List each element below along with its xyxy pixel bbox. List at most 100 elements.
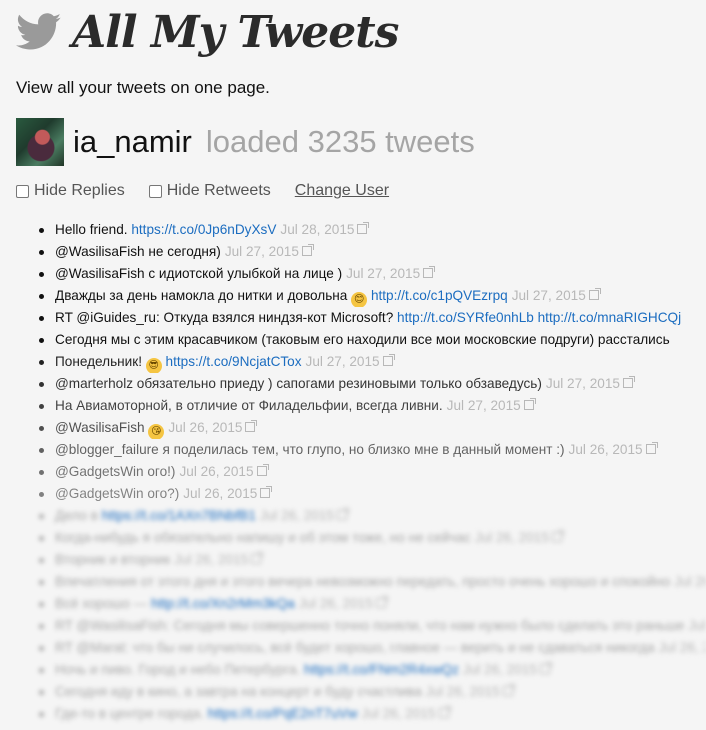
tweet-text: @blogger_failure я поделилась тем, что г… [55, 442, 565, 457]
tweet-date[interactable]: Jul 26, 2015 [674, 574, 706, 589]
tweet-date[interactable]: Jul 26, 2015 [659, 640, 706, 655]
tweet-date[interactable]: Jul 27, 2015 [447, 398, 521, 413]
tweet-link[interactable]: http://t.co/c1pQVEzrpq [371, 288, 508, 303]
tweet-date[interactable]: Jul 26, 2015 [179, 464, 253, 479]
external-link-icon[interactable] [382, 354, 395, 366]
emoji-icon: 😊 [351, 292, 368, 307]
external-link-icon[interactable] [645, 442, 658, 454]
external-link-icon[interactable] [622, 376, 635, 388]
username: ia_namir [73, 124, 192, 159]
tweet-item: Дело в https://t.co/1AXn7BNbfB1 Jul 26, 2… [38, 505, 706, 527]
tweet-text: Понедельник! [55, 354, 142, 369]
tweet-text: @GadgetsWin ого!) [55, 464, 176, 479]
tweet-date[interactable]: Jul 26, 2015 [174, 552, 248, 567]
hide-replies-option[interactable]: Hide Replies [16, 182, 125, 200]
external-link-icon[interactable] [357, 222, 370, 234]
tweet-item: Впечатления от этого дня и этого вечера … [38, 571, 706, 593]
page-subtitle: View all your tweets on one page. [16, 78, 270, 97]
tweet-item: @WasilisaFish не сегодня) Jul 27, 2015 [38, 241, 706, 263]
external-link-icon[interactable] [423, 266, 436, 278]
tweet-text: Всё хорошо — [55, 596, 148, 611]
tweet-text: @GadgetsWin ого?) [55, 486, 180, 501]
external-link-icon[interactable] [539, 662, 552, 674]
tweet-date[interactable]: Jul 26, 2015 [183, 486, 257, 501]
tweet-item: Сегодня мы с этим красавчиком (таковым е… [38, 329, 706, 351]
hide-retweets-option[interactable]: Hide Retweets [148, 182, 271, 200]
tweet-text: Впечатления от этого дня и этого вечера … [55, 574, 671, 589]
emoji-icon: 😘 [148, 424, 165, 439]
tweet-item: RT @Marat: что бы ни случилось, всё буде… [38, 637, 706, 659]
tweet-link[interactable]: https://t.co/PqE2nT7uVw [208, 706, 358, 721]
tweet-text: Когда-нибудь я обязательно напишу и об э… [55, 530, 471, 545]
tweet-date[interactable]: Jul 26, 2015 [361, 706, 435, 721]
tweet-date[interactable]: Jul 27, 2015 [225, 244, 299, 259]
external-link-icon[interactable] [588, 288, 601, 300]
external-link-icon[interactable] [375, 596, 388, 608]
tweet-text: Вторник и вторник [55, 552, 171, 567]
tweet-link[interactable]: https://t.co/FNm2R4xwQz [304, 662, 459, 677]
tweet-date[interactable]: Jul 26, 2015 [569, 442, 643, 457]
tweet-date[interactable]: Jul 27, 2015 [346, 266, 420, 281]
tweet-text: @marterholz обязательно приеду ) сапогам… [55, 376, 542, 391]
tweet-item: @marterholz обязательно приеду ) сапогам… [38, 373, 706, 395]
tweet-item: Когда-нибудь я обязательно напишу и об э… [38, 527, 706, 549]
tweet-text: Сегодня иду в кино, а завтра на концерт … [55, 684, 422, 699]
avatar [16, 118, 64, 166]
tweet-text: На Авиамоторной, в отличие от Филадельфи… [55, 398, 443, 413]
tweet-date[interactable]: Jul 26, 2015 [168, 420, 242, 435]
tweet-link[interactable]: http://t.co/Xn2rMm3kQa [151, 596, 295, 611]
external-link-icon[interactable] [438, 706, 451, 718]
tweet-date[interactable]: Jul 27, 2015 [306, 354, 380, 369]
hide-retweets-checkbox[interactable] [148, 184, 162, 198]
tweet-link[interactable]: http://t.co/SYRfe0nhLb [397, 310, 534, 325]
tweet-date[interactable]: Jul 26, 2015 [475, 530, 549, 545]
tweet-date[interactable]: Jul 26, 2015 [260, 508, 334, 523]
tweet-item: Сегодня иду в кино, а завтра на концерт … [38, 681, 706, 703]
tweet-link[interactable]: https://t.co/1AXn7BNbfB1 [102, 508, 256, 523]
tweet-item: Где-то в центре города. https://t.co/PqE… [38, 703, 706, 725]
tweet-date[interactable]: Jul 26, 2015 [426, 684, 500, 699]
hide-replies-checkbox[interactable] [16, 184, 29, 198]
tweet-item: Понедельник! 😎 https://t.co/9NcjatCTox Ju… [38, 351, 706, 373]
external-link-icon[interactable] [502, 684, 515, 696]
tweet-text: @WasilisaFish не сегодня) [55, 244, 221, 259]
tweet-date[interactable]: Jul 27, 2015 [512, 288, 586, 303]
tweet-text: Hello friend. [55, 222, 128, 237]
change-user-link[interactable]: Change User [295, 182, 389, 200]
tweet-date[interactable]: Jul 27, 2015 [546, 376, 620, 391]
external-link-icon[interactable] [336, 508, 349, 520]
loaded-count: loaded 3235 tweets [205, 124, 475, 159]
tweet-text: @WasilisaFish с идиотской улыбкой на лиц… [55, 266, 343, 281]
tweet-text: Сегодня мы с этим красавчиком (таковым е… [55, 332, 670, 347]
tweet-item: На Авиамоторной, в отличие от Филадельфи… [38, 395, 706, 417]
tweet-text: Где-то в центре города. [55, 706, 205, 721]
hide-retweets-label: Hide Retweets [166, 182, 271, 199]
tweet-item: @WasilisaFish с идиотской улыбкой на лиц… [38, 263, 706, 285]
tweet-item: Дважды за день намокла до нитки и доволь… [38, 285, 706, 307]
external-link-icon[interactable] [245, 420, 258, 432]
tweet-text: Дело в [55, 508, 98, 523]
tweet-date[interactable]: Jul 28, 2015 [280, 222, 354, 237]
tweet-link[interactable]: http://t.co/mnaRIGHCQj [538, 310, 682, 325]
tweet-item: @blogger_failure я поделилась тем, что г… [38, 439, 706, 461]
tweet-item: Вторник и вторник Jul 26, 2015 [38, 549, 706, 571]
tweet-link[interactable]: https://t.co/9NcjatCTox [166, 354, 302, 369]
external-link-icon[interactable] [256, 464, 269, 476]
tweet-item: Ночь и пиво. Город и небо Петербурга. ht… [38, 659, 706, 681]
external-link-icon[interactable] [301, 244, 314, 256]
external-link-icon[interactable] [260, 486, 273, 498]
tweet-date[interactable]: Jul 26, 2015 [688, 618, 706, 633]
tweet-text: RT @Marat: что бы ни случилось, всё буде… [55, 640, 655, 655]
external-link-icon[interactable] [523, 398, 536, 410]
tweet-date[interactable]: Jul 26, 2015 [299, 596, 373, 611]
tweet-link[interactable]: https://t.co/0Jp6nDyXsV [131, 222, 276, 237]
external-link-icon[interactable] [251, 552, 264, 564]
tweet-text: @WasilisaFish [55, 420, 145, 435]
tweet-date[interactable]: Jul 26, 2015 [463, 662, 537, 677]
tweet-list: Hello friend. https://t.co/0Jp6nDyXsV Jul… [38, 219, 706, 725]
tweet-text: RT @iGuides_ru: Откуда взялся ниндзя-кот… [55, 310, 394, 325]
tweet-item: @WasilisaFish 😘 Jul 26, 2015 [38, 417, 706, 439]
external-link-icon[interactable] [551, 530, 564, 542]
tweet-item: @GadgetsWin ого!) Jul 26, 2015 [38, 461, 706, 483]
tweet-item: RT @WasilisaFish: Сегодня мы совершенно … [38, 615, 706, 637]
